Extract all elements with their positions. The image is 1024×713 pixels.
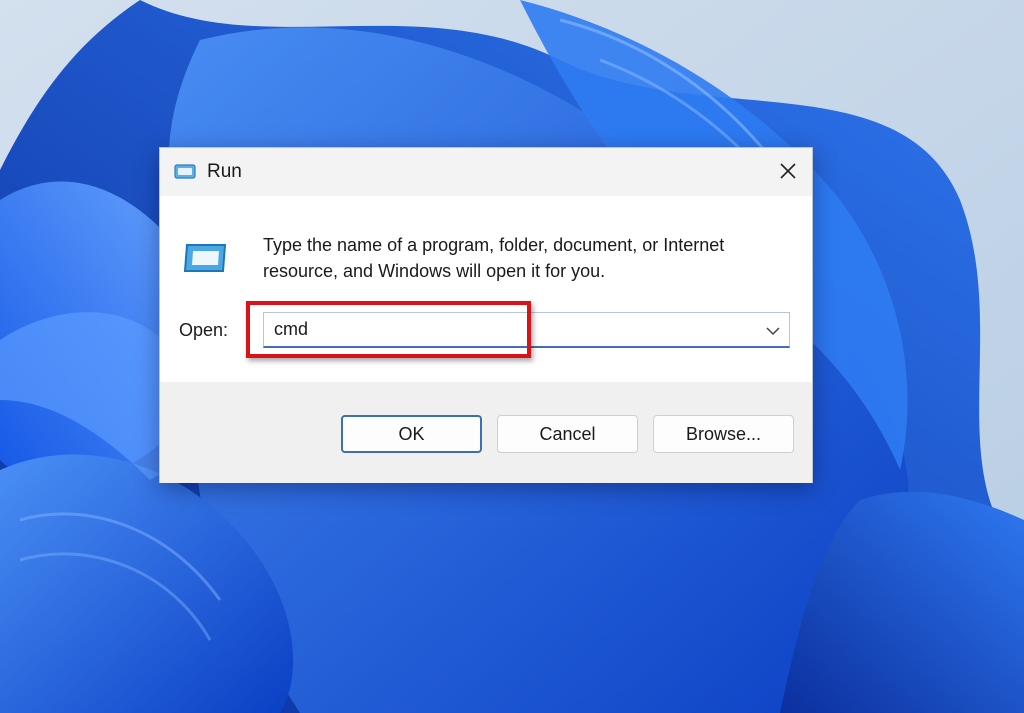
close-button[interactable]	[764, 148, 812, 194]
highlight-annotation	[246, 301, 531, 358]
chevron-down-icon[interactable]	[765, 324, 781, 336]
ok-button[interactable]: OK	[341, 415, 482, 453]
run-app-icon	[174, 163, 196, 181]
open-label: Open:	[179, 320, 229, 340]
dialog-footer: OK Cancel Browse...	[160, 382, 812, 483]
browse-button[interactable]: Browse...	[653, 415, 794, 453]
cancel-button[interactable]: Cancel	[497, 415, 638, 453]
close-icon	[779, 162, 797, 180]
dialog-title: Run	[207, 161, 242, 182]
dialog-description: Type the name of a program, folder, docu…	[263, 235, 725, 281]
run-dialog: Run Type the name of a program, folder, …	[159, 147, 813, 483]
run-app-large-icon	[181, 241, 229, 277]
title-bar[interactable]: Run	[160, 148, 812, 196]
